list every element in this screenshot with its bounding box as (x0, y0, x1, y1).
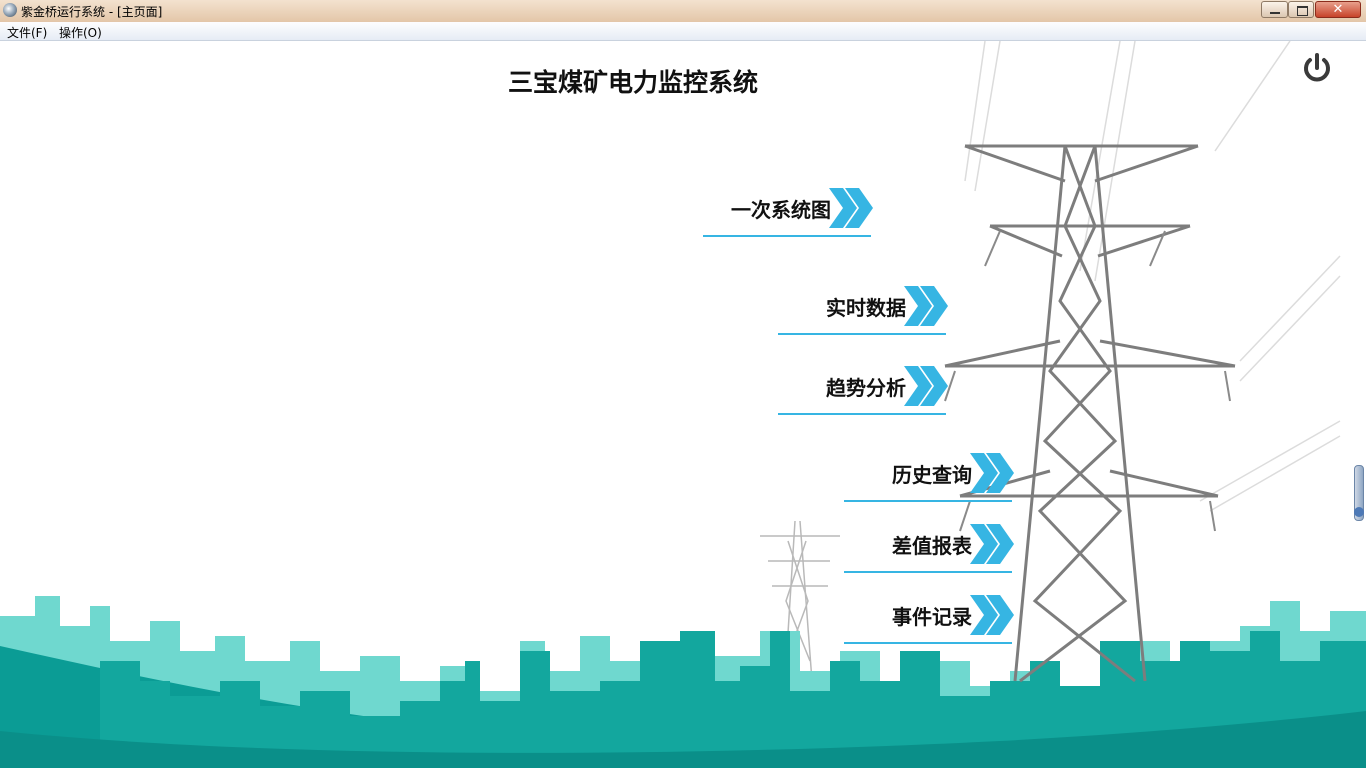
scroll-knob[interactable] (1354, 507, 1364, 517)
chevron-double-right-icon (829, 188, 873, 228)
window-titlebar: 紫金桥运行系统 - [主页面] ✕ (0, 0, 1366, 23)
nav-label: 事件记录 (892, 605, 972, 629)
nav-underline (778, 413, 946, 415)
chevron-double-right-icon (970, 595, 1014, 635)
chevron-double-right-icon (970, 524, 1014, 564)
nav-label: 历史查询 (892, 463, 972, 487)
nav-label: 趋势分析 (826, 376, 906, 400)
menu-operate[interactable]: 操作(O) (59, 24, 102, 41)
app-icon (3, 3, 17, 17)
nav-underline (844, 571, 1012, 573)
main-page: 三宝煤矿电力监控系统 一次系统图 实时数据 趋势分析 历史查询 差值报表 事件记… (0, 41, 1366, 768)
minimize-button[interactable] (1261, 1, 1288, 18)
maximize-icon (1297, 6, 1308, 16)
nav-label: 实时数据 (826, 296, 906, 320)
nav-difference-report[interactable]: 差值报表 (824, 518, 1024, 573)
nav-label: 差值报表 (892, 534, 972, 558)
power-lines (964, 41, 1341, 512)
nav-underline (778, 333, 946, 335)
close-button[interactable]: ✕ (1315, 1, 1361, 18)
nav-label: 一次系统图 (731, 198, 831, 222)
nav-underline (844, 642, 1012, 644)
maximize-button[interactable] (1288, 1, 1314, 18)
chevron-double-right-icon (904, 366, 948, 406)
window-title: 紫金桥运行系统 - [主页面] (21, 5, 163, 19)
chevron-double-right-icon (904, 286, 948, 326)
city-skyline-background (0, 41, 1366, 768)
page-title: 三宝煤矿电力监控系统 (507, 68, 758, 97)
power-icon[interactable] (1300, 52, 1334, 86)
chevron-double-right-icon (970, 453, 1014, 493)
nav-underline (844, 500, 1012, 502)
close-icon: ✕ (1332, 2, 1344, 17)
nav-underline (703, 235, 871, 237)
nav-primary-diagram[interactable]: 一次系统图 (683, 182, 883, 237)
nav-event-log[interactable]: 事件记录 (824, 589, 1024, 644)
nav-trend-analysis[interactable]: 趋势分析 (758, 360, 958, 415)
minimize-icon (1270, 12, 1280, 14)
nav-history-query[interactable]: 历史查询 (824, 447, 1024, 502)
nav-realtime-data[interactable]: 实时数据 (758, 280, 958, 335)
menu-file[interactable]: 文件(F) (7, 24, 47, 41)
menu-bar: 文件(F) 操作(O) (0, 22, 1366, 41)
